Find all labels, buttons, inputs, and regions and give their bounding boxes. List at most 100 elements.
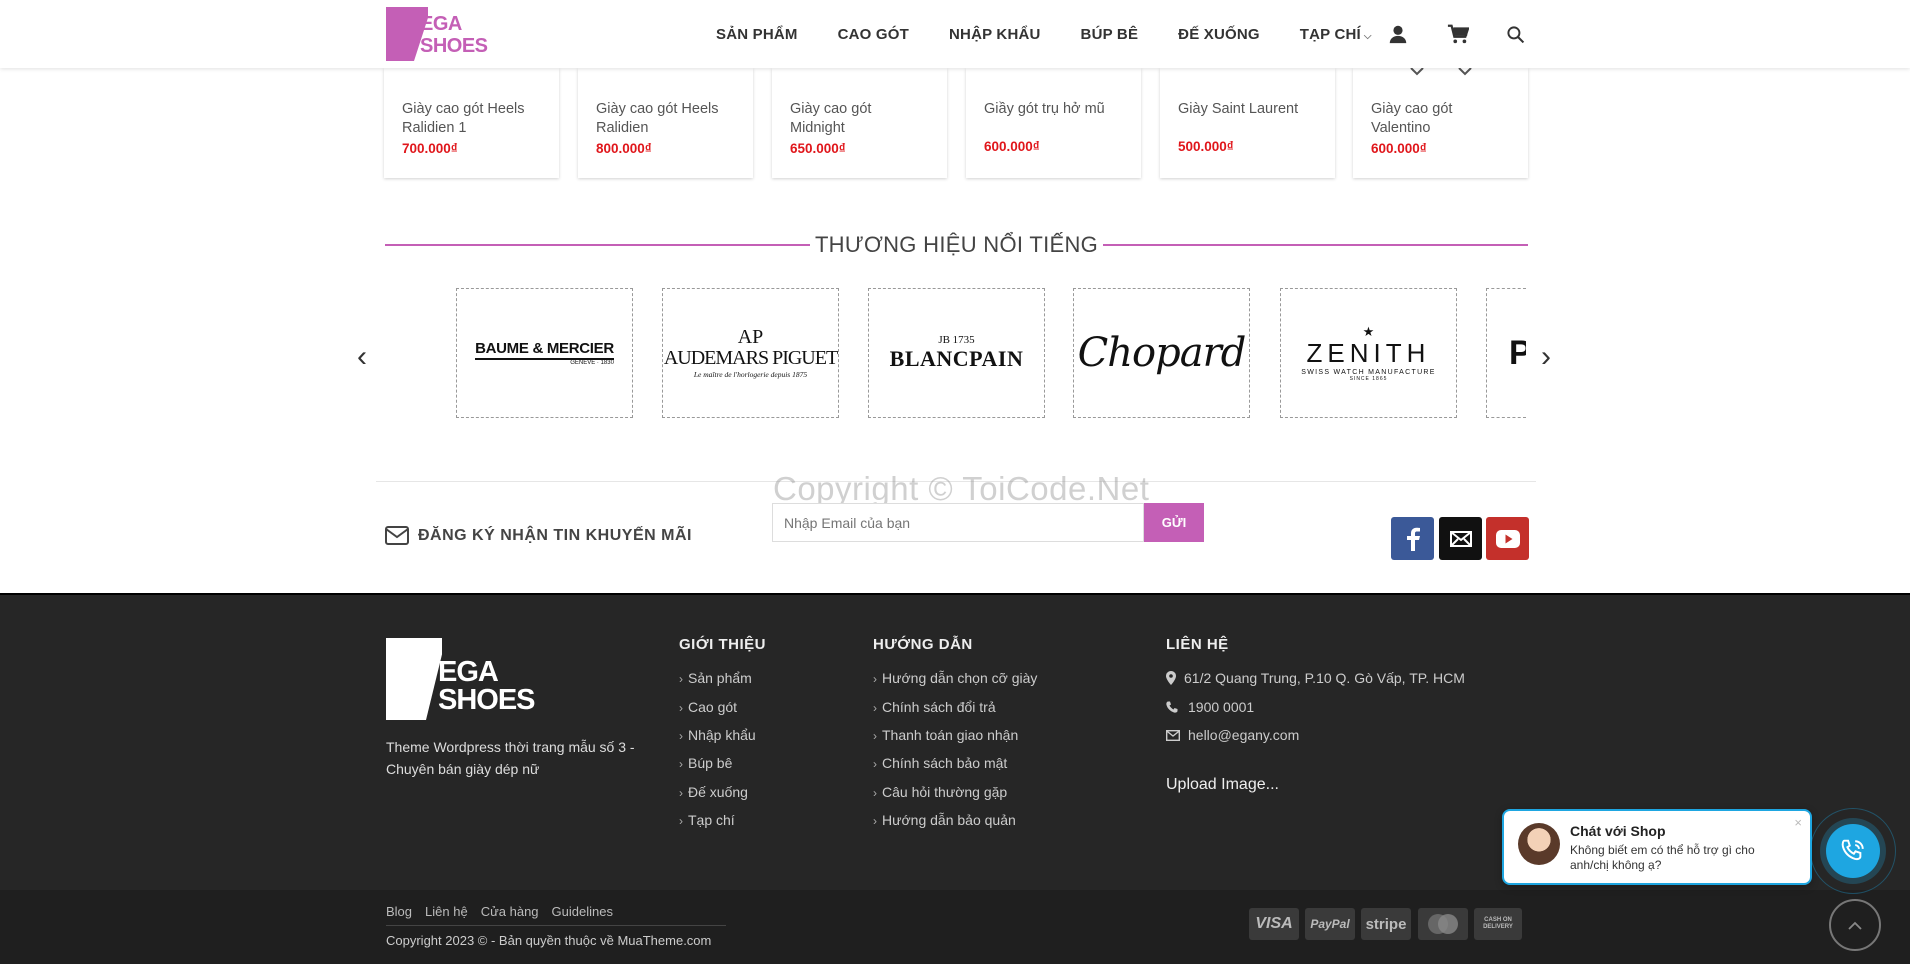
facebook-icon[interactable] (1391, 517, 1434, 560)
bottom-link-contact[interactable]: Liên hệ (425, 904, 468, 919)
brand-sub: Le maître de l'horlogerie depuis 1875 (693, 370, 808, 379)
contact-phone[interactable]: 1900 0001 (1166, 699, 1254, 715)
nav-cao-got[interactable]: CAO GÓT (838, 26, 909, 43)
contact-phone-text: 1900 0001 (1188, 699, 1255, 715)
brand-text: AP AUDEMARS PIGUET Le maître de l'horlog… (664, 327, 838, 379)
brand-name: ZENITH (1306, 337, 1431, 368)
page: EGA SHOES SẢN PHẨM CAO GÓT NHẬP KHẨU BÚP… (0, 0, 1910, 964)
main-nav: SẢN PHẨM CAO GÓT NHẬP KHẨU BÚP BÊ ĐẾ XUỐ… (716, 0, 1412, 68)
footer-bottom-divider (386, 925, 726, 926)
brand-text: ★ ZENITH SWISS WATCH MANUFACTURE SINCE 1… (1301, 325, 1436, 382)
footer-link[interactable]: › Sản phẩm (679, 670, 752, 686)
paypal-icon: PayPal (1305, 908, 1355, 940)
footer-link[interactable]: › Búp bê (679, 755, 732, 771)
chevron-down-icon: ⌵ (1363, 30, 1372, 42)
chevron-right-icon: › (873, 757, 877, 771)
footer-link-label: Thanh toán giao nhận (882, 727, 1019, 743)
product-price: 700.000₫ (402, 141, 458, 156)
footer-link[interactable]: › Cao gót (679, 699, 737, 715)
product-name[interactable]: Giầy gót trụ hở mũ (984, 100, 1129, 119)
youtube-icon[interactable] (1486, 517, 1529, 560)
user-icon[interactable] (1387, 0, 1409, 68)
logo-silhouette (386, 7, 414, 61)
chevron-right-icon: › (873, 786, 877, 800)
footer-link[interactable]: › Tạp chí (679, 812, 735, 828)
map-marker-icon (1166, 671, 1176, 685)
footer-link[interactable]: › Câu hỏi thường gặp (873, 784, 1007, 800)
newsletter-email-input[interactable] (772, 503, 1144, 542)
brand-logo-zenith[interactable]: ★ ZENITH SWISS WATCH MANUFACTURE SINCE 1… (1280, 288, 1457, 418)
product-card[interactable]: Giầy gót trụ hở mũ 600.000₫ (966, 68, 1141, 178)
brand-name: BAUME & MERCIER (475, 340, 614, 360)
back-to-top-button[interactable] (1829, 899, 1881, 951)
footer-link-label: Sản phẩm (688, 670, 752, 686)
chat-popup[interactable]: Chát với Shop Không biết em có thể hỗ tr… (1502, 809, 1812, 885)
footer-link[interactable]: › Nhập khẩu (679, 727, 756, 743)
footer-link[interactable]: › Hướng dẫn bảo quản (873, 812, 1016, 828)
brand-name: BLANCPAIN (889, 345, 1024, 371)
footer-logo-line2: SHOES (438, 684, 536, 716)
product-name[interactable]: Giày Saint Laurent (1178, 100, 1323, 119)
email-icon[interactable] (1439, 517, 1482, 560)
newsletter-submit-button[interactable]: GỬI (1144, 503, 1204, 542)
cart-icon[interactable] (1447, 0, 1469, 68)
brand-sub2: SINCE 1865 (1349, 375, 1388, 382)
footer-link[interactable]: › Hướng dẫn chọn cỡ giày (873, 670, 1037, 686)
product-list: Giày cao gót Heels Ralidien 1 700.000₫ G… (384, 68, 1528, 178)
brand-logo-partial[interactable]: P (1486, 288, 1526, 418)
nav-nhap-khau[interactable]: NHẬP KHẨU (949, 26, 1041, 43)
footer-link-label: Chính sách đổi trả (882, 699, 996, 715)
bottom-link-guidelines[interactable]: Guidelines (552, 904, 613, 919)
envelope-icon (1166, 729, 1180, 741)
brand-logo-blancpain[interactable]: JB 1735 BLANCPAIN (868, 288, 1045, 418)
product-card[interactable]: Giày Saint Laurent 500.000₫ (1160, 68, 1335, 178)
nav-bup-be[interactable]: BÚP BÊ (1081, 26, 1139, 43)
footer-link[interactable]: › Thanh toán giao nhận (873, 727, 1018, 743)
contact-email-text: hello@egany.com (1188, 727, 1300, 743)
bottom-link-store[interactable]: Cửa hàng (481, 904, 539, 919)
brand-name: P (1509, 334, 1526, 373)
footer-link-label: Câu hỏi thường gặp (882, 784, 1008, 800)
bottom-link-blog[interactable]: Blog (386, 904, 412, 919)
contact-address-text: 61/2 Quang Trung, P.10 Q. Gò Vấp, TP. HC… (1184, 670, 1465, 686)
product-name[interactable]: Giày cao gót Midnight (790, 100, 900, 138)
footer-link[interactable]: › Chính sách bảo mật (873, 755, 1007, 771)
footer-link[interactable]: › Chính sách đổi trả (873, 699, 996, 715)
footer-link-label: Hướng dẫn chọn cỡ giày (882, 670, 1038, 686)
product-name[interactable]: Giày cao gót Heels Ralidien (596, 100, 741, 138)
phone-icon (1166, 701, 1178, 713)
close-icon[interactable]: × (1794, 815, 1802, 830)
nav-tap-chi-label: TẠP CHÍ (1299, 25, 1361, 43)
brand-mark: ★ (1362, 323, 1375, 339)
brand-logo-chopard[interactable]: Chopard (1073, 288, 1250, 418)
footer-link[interactable]: › Đế xuống (679, 784, 748, 800)
footer-col-contact-title: LIÊN HỆ (1166, 636, 1229, 653)
brand-logo-baume-mercier[interactable]: BAUME & MERCIER GENEVE · 1830 (456, 288, 633, 418)
footer-link-label: Cao gót (688, 699, 738, 715)
footer-link-label: Búp bê (688, 755, 733, 771)
product-card[interactable]: Giày cao gót Heels Ralidien 800.000₫ (578, 68, 753, 178)
upload-image-link[interactable]: Upload Image... (1166, 776, 1279, 794)
contact-address: 61/2 Quang Trung, P.10 Q. Gò Vấp, TP. HC… (1166, 670, 1465, 686)
envelope-icon (385, 526, 409, 545)
search-icon[interactable] (1506, 0, 1525, 68)
mastercard-icon (1418, 908, 1468, 940)
call-button[interactable] (1826, 824, 1880, 878)
chat-title: Chát với Shop (1570, 823, 1666, 839)
footer-link-label: Hướng dẫn bảo quản (882, 812, 1016, 828)
product-name[interactable]: Giày cao gót Heels Ralidien 1 (402, 100, 547, 138)
product-card[interactable]: Giày cao gót Valentino 600.000₫ (1353, 68, 1528, 178)
nav-tap-chi[interactable]: TẠP CHÍ ⌵ (1300, 26, 1372, 43)
nav-san-pham[interactable]: SẢN PHẨM (716, 26, 798, 43)
site-header: EGA SHOES SẢN PHẨM CAO GÓT NHẬP KHẨU BÚP… (0, 0, 1910, 68)
nav-de-xuong[interactable]: ĐẾ XUỐNG (1178, 26, 1260, 43)
product-name[interactable]: Giày cao gót Valentino (1371, 100, 1481, 138)
product-card[interactable]: Giày cao gót Midnight 650.000₫ (772, 68, 947, 178)
carousel-prev-arrow[interactable]: ‹ (357, 340, 367, 374)
carousel-next-arrow[interactable]: › (1541, 340, 1551, 374)
brand-logo-audemars-piguet[interactable]: AP AUDEMARS PIGUET Le maître de l'horlog… (662, 288, 839, 418)
product-card[interactable]: Giày cao gót Heels Ralidien 1 700.000₫ (384, 68, 559, 178)
contact-email[interactable]: hello@egany.com (1166, 727, 1299, 743)
footer-logo[interactable]: EGA SHOES (386, 638, 536, 720)
site-logo[interactable]: EGA SHOES (386, 7, 490, 61)
